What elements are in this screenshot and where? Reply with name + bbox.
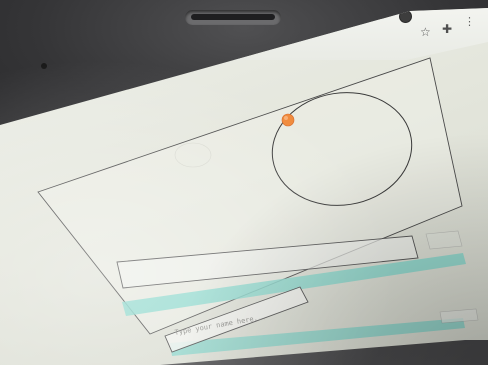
- photo-scene: ☆ ✚ ⋮ Type your name here...: [0, 0, 488, 365]
- planet-dot: [281, 113, 295, 127]
- webcam-notch: [185, 10, 281, 25]
- bezel-sensor-dot: [41, 63, 47, 69]
- lower-side-button[interactable]: [439, 308, 479, 324]
- upper-side-button[interactable]: [425, 230, 463, 250]
- planet-highlight: [284, 116, 288, 120]
